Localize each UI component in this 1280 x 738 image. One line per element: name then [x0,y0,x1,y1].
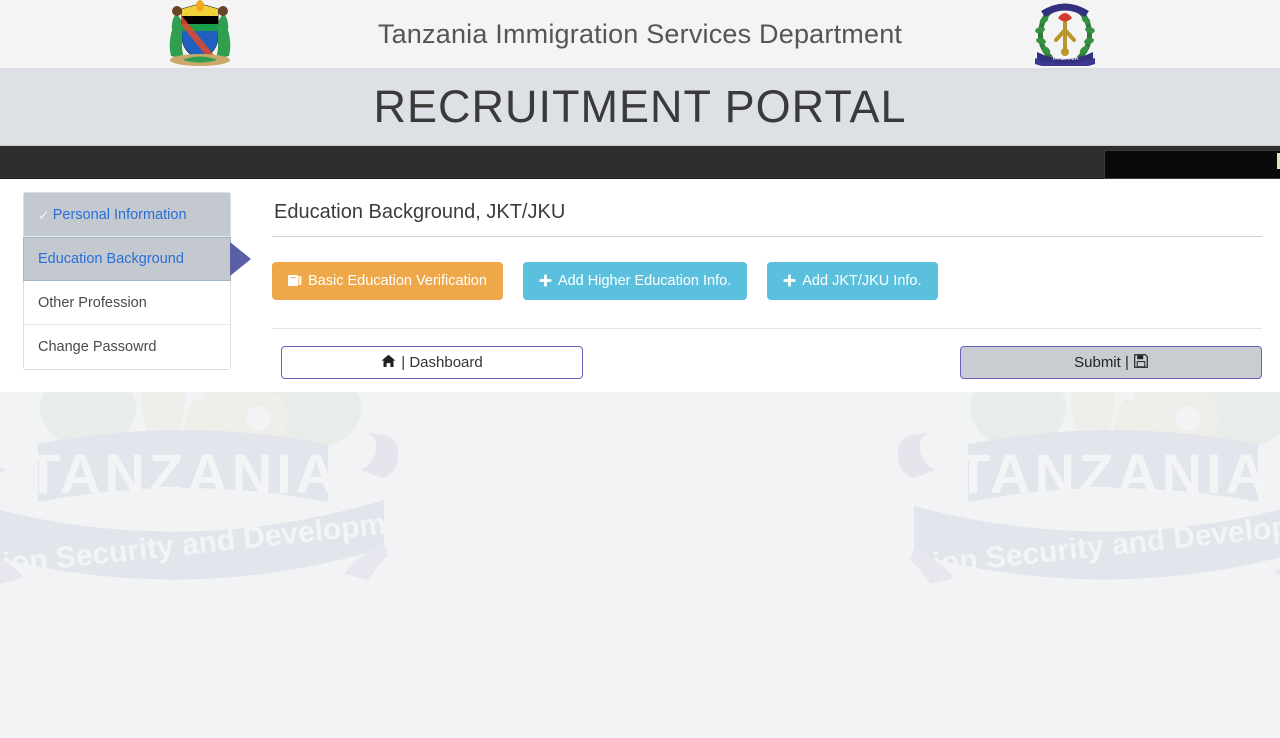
watermark-emblem-left: TANZANIA Migration Security and Developm… [0,392,428,590]
sidebar-item-label: Change Passowrd [38,339,157,355]
dashboard-button[interactable]: | Dashboard [281,346,583,379]
basic-education-verification-button[interactable]: Basic Education Verification [272,262,503,300]
button-label: | Dashboard [401,354,483,371]
tanzania-coat-of-arms-icon [169,0,231,66]
book-icon [288,274,302,289]
submit-button[interactable]: Submit | [960,346,1262,379]
main-content: Education Background, JKT/JKU Basic Educ… [272,179,1270,384]
sidebar-menu: ✓ Personal Information Education Backgro… [23,192,251,370]
form-action-row: | Dashboard Submit | [272,328,1262,384]
immigration-department-badge-icon: TANZANIA [1035,3,1095,66]
brand-header: Tanzania Immigration Services Department… [0,0,1280,68]
section-heading: Education Background, JKT/JKU [272,179,1262,237]
navbar-right-panel[interactable] [1104,150,1280,179]
check-icon: ✓ [38,206,50,223]
top-navbar[interactable] [0,146,1280,179]
active-pointer-icon [230,242,251,276]
watermark-banner-text: TANZANIA [26,442,340,505]
home-icon [381,354,396,372]
watermark-banner-text: TANZANIA [956,442,1270,505]
add-higher-education-info-button[interactable]: Add Higher Education Info. [522,262,748,300]
button-label: Submit | [1074,354,1129,371]
watermark-background: TANZANIA Migration Security and Developm… [0,392,1280,736]
portal-title-band: RECRUITMENT PORTAL [0,68,1280,146]
brand-title: Tanzania Immigration Services Department [377,18,903,49]
sidebar-item-education-background[interactable]: Education Background [23,237,251,281]
sidebar-item-other-profession[interactable]: Other Profession [24,281,230,325]
plus-icon [539,274,552,289]
sidebar-item-label: Education Background [38,251,184,267]
add-jkt-jku-info-button[interactable]: Add JKT/JKU Info. [767,262,938,300]
button-label: Add JKT/JKU Info. [802,273,922,289]
button-label: Basic Education Verification [308,273,487,289]
content-panel: ✓ Personal Information Education Backgro… [0,179,1280,392]
watermark-emblem-right: TANZANIA Migration Security and Developm… [888,392,1280,590]
button-label: Add Higher Education Info. [557,273,732,289]
plus-icon [783,274,796,289]
sidebar-item-label: Other Profession [38,294,147,311]
sidebar-item-personal-information[interactable]: ✓ Personal Information [24,193,230,237]
action-button-row: Basic Education Verification Add Higher … [272,262,1270,300]
sidebar-item-change-password[interactable]: Change Passowrd [24,325,230,369]
save-icon [1133,353,1148,372]
svg-text:TANZANIA: TANZANIA [1052,56,1079,62]
page-title: RECRUITMENT PORTAL [373,80,907,132]
sidebar-item-label: Personal Information [52,206,187,223]
